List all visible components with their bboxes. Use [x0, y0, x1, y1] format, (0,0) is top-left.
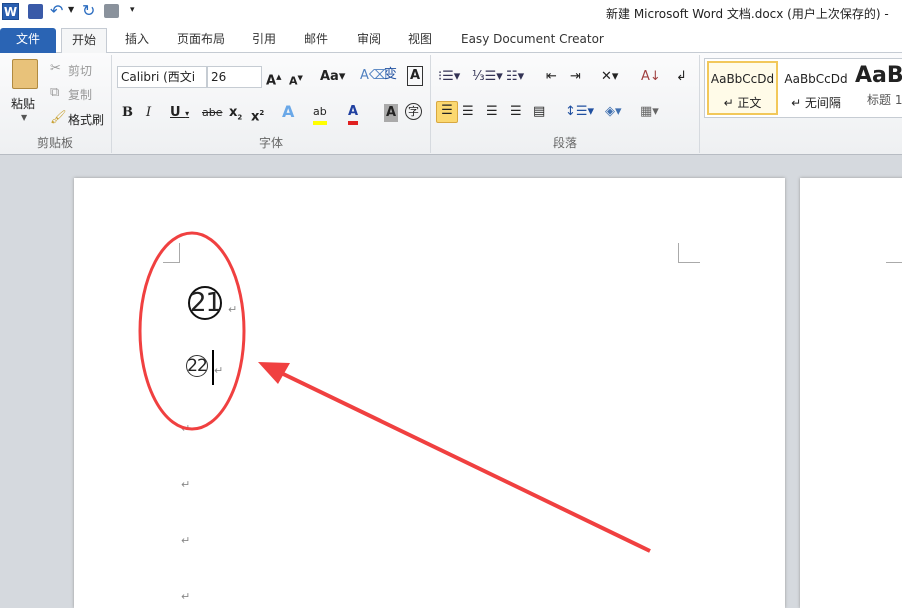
- style-no-spacing-name: ↵ 无间隔: [791, 96, 841, 110]
- font-size-combo[interactable]: 26: [207, 66, 262, 88]
- bullets-icon[interactable]: ⁝☰▾: [438, 68, 460, 86]
- font-size-value: 26: [211, 70, 227, 84]
- format-painter-icon[interactable]: 🖌: [50, 109, 67, 127]
- style-no-spacing-preview: AaBbCcDd: [784, 72, 848, 86]
- tab-easy-document-creator[interactable]: Easy Document Creator: [451, 28, 614, 53]
- paragraph-group-label: 段落: [552, 136, 577, 150]
- grow-font-icon[interactable]: A▲: [266, 68, 281, 90]
- multilevel-list-icon[interactable]: ☷▾: [506, 68, 524, 86]
- style-heading-1-preview: AaB: [855, 63, 902, 88]
- superscript-icon[interactable]: x2: [251, 104, 264, 126]
- subscript-icon[interactable]: x2: [229, 104, 242, 127]
- copy-button[interactable]: 复制: [68, 86, 92, 103]
- line-spacing-icon[interactable]: ↕☰▾: [565, 103, 594, 121]
- word-logo-icon[interactable]: W: [2, 3, 19, 20]
- strikethrough-icon[interactable]: abe: [202, 104, 223, 122]
- style-heading-1-name: 标题 1: [867, 93, 902, 107]
- style-no-spacing[interactable]: AaBbCcDd ↵ 无间隔: [781, 63, 851, 111]
- ribbon-tabs: 文件 开始 插入 页面布局 引用 邮件 审阅 视图 Easy Document …: [0, 26, 902, 53]
- tab-page-layout[interactable]: 页面布局: [167, 28, 235, 53]
- character-shading-icon[interactable]: A: [384, 104, 398, 122]
- shading-icon[interactable]: ◈▾: [605, 103, 622, 121]
- annotation-arrow-line: [274, 368, 651, 553]
- tab-review[interactable]: 审阅: [347, 28, 391, 53]
- style-normal[interactable]: AaBbCcDd ↵ 正文: [707, 61, 778, 115]
- change-case-icon[interactable]: Aa▾: [320, 68, 345, 86]
- save-icon[interactable]: [28, 4, 43, 19]
- ribbon: 粘贴 ▼ ✂ 剪切 ⧉ 复制 🖌 格式刷 剪贴板 Calibri (西文i 26…: [0, 53, 902, 155]
- annotation-ellipse: [138, 231, 246, 431]
- justify-icon[interactable]: ☰: [510, 103, 522, 121]
- paste-button[interactable]: 粘贴: [11, 95, 35, 112]
- align-right-icon[interactable]: ☰: [486, 103, 498, 121]
- shrink-font-icon[interactable]: A▼: [289, 69, 303, 91]
- undo-dropdown-icon[interactable]: ▼: [68, 5, 74, 14]
- cut-icon[interactable]: ✂: [50, 60, 61, 78]
- phonetic-guide-icon[interactable]: 变: [384, 66, 397, 84]
- tab-view[interactable]: 视图: [398, 28, 442, 53]
- chinese-layout-icon[interactable]: ✕▾: [601, 68, 618, 86]
- customize-icon[interactable]: ▾: [130, 5, 135, 15]
- font-color-icon[interactable]: A: [348, 103, 359, 125]
- paste-icon[interactable]: [12, 59, 38, 89]
- cut-button[interactable]: 剪切: [68, 62, 92, 79]
- print-preview-icon[interactable]: [104, 4, 119, 18]
- font-group-label: 字体: [258, 136, 283, 150]
- tab-insert[interactable]: 插入: [115, 28, 159, 53]
- undo-icon[interactable]: ↶: [50, 1, 63, 20]
- font-name-combo[interactable]: Calibri (西文i: [117, 66, 207, 88]
- style-heading-1[interactable]: AaB 标题 1: [855, 61, 902, 108]
- highlight-icon[interactable]: ab: [313, 103, 327, 125]
- style-normal-name: ↵ 正文: [723, 96, 762, 110]
- tab-mailings[interactable]: 邮件: [294, 28, 338, 53]
- redo-icon[interactable]: ↻: [82, 1, 95, 20]
- document-area: 21 ↵ 22 ↵ ↵ ↵ ↵ ↵: [0, 156, 902, 608]
- increase-indent-icon[interactable]: ⇥: [570, 68, 581, 86]
- distributed-icon[interactable]: ▤: [533, 103, 545, 121]
- tab-home[interactable]: 开始: [61, 28, 108, 53]
- bold-icon-glyph[interactable]: B: [122, 104, 133, 122]
- title-bar: W ↶ ▼ ↻ ▾ 新建 Microsoft Word 文档.docx (用户上…: [0, 0, 902, 26]
- sort-icon[interactable]: A↓: [641, 68, 661, 86]
- styles-gallery: AaBbCcDd ↵ 正文 AaBbCcDd ↵ 无间隔 AaB 标题 1: [704, 58, 902, 118]
- copy-icon[interactable]: ⧉: [50, 84, 59, 102]
- align-left-icon[interactable]: ☰: [436, 101, 458, 123]
- underline-icon[interactable]: U ▾: [170, 104, 189, 123]
- italic-icon[interactable]: I: [146, 104, 151, 122]
- tab-file[interactable]: 文件: [0, 28, 56, 53]
- decrease-indent-icon[interactable]: ⇤: [546, 68, 557, 86]
- format-painter-button[interactable]: 格式刷: [68, 111, 104, 128]
- tab-references[interactable]: 引用: [242, 28, 286, 53]
- text-effects-icon[interactable]: A: [282, 103, 294, 121]
- paste-dropdown-icon[interactable]: ▼: [21, 113, 27, 122]
- clipboard-group-label: 剪贴板: [36, 136, 73, 150]
- annotation-overlay: [138, 231, 651, 553]
- borders-icon[interactable]: ▦▾: [640, 103, 659, 121]
- align-center-icon[interactable]: ☰: [462, 103, 474, 121]
- enclose-characters-icon[interactable]: 字: [405, 103, 422, 120]
- character-border-icon[interactable]: A: [407, 66, 423, 86]
- style-normal-preview: AaBbCcDd: [710, 72, 775, 86]
- window-title: 新建 Microsoft Word 文档.docx (用户上次保存的) -: [606, 7, 889, 21]
- numbering-icon[interactable]: ⅓☰▾: [472, 68, 503, 86]
- font-name-value: Calibri (西文i: [121, 70, 196, 84]
- show-formatting-icon[interactable]: ↲: [676, 68, 687, 86]
